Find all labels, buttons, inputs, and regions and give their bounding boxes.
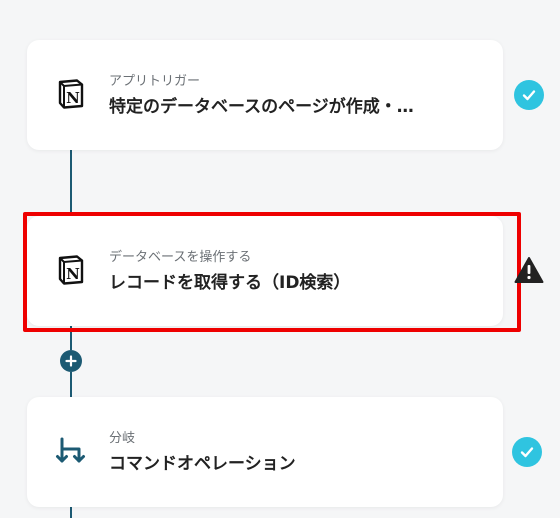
branch-icon [55,435,87,467]
notion-icon: N [55,78,87,110]
step-title: コマンドオペレーション [109,454,296,474]
svg-text:N: N [66,89,80,107]
step-title: 特定のデータベースのページが作成・… [109,97,414,117]
warning-icon [514,256,544,284]
flow-step-get-record[interactable]: N データベースを操作する レコードを取得する（ID検索） [27,216,503,326]
add-step-button[interactable] [60,350,82,372]
check-icon [514,80,544,110]
check-icon [512,437,542,467]
flow-connector [70,150,72,214]
step-sublabel: データベースを操作する [109,250,252,265]
notion-icon: N [55,254,87,286]
step-sublabel: 分岐 [109,431,136,446]
flow-step-trigger[interactable]: N アプリトリガー 特定のデータベースのページが作成・… [27,40,503,150]
svg-text:N: N [66,265,80,283]
flow-step-branch[interactable]: 分岐 コマンドオペレーション [27,397,503,507]
flow-connector [70,372,72,398]
step-sublabel: アプリトリガー [109,74,201,89]
step-title: レコードを取得する（ID検索） [109,273,351,293]
flow-connector [70,326,72,350]
